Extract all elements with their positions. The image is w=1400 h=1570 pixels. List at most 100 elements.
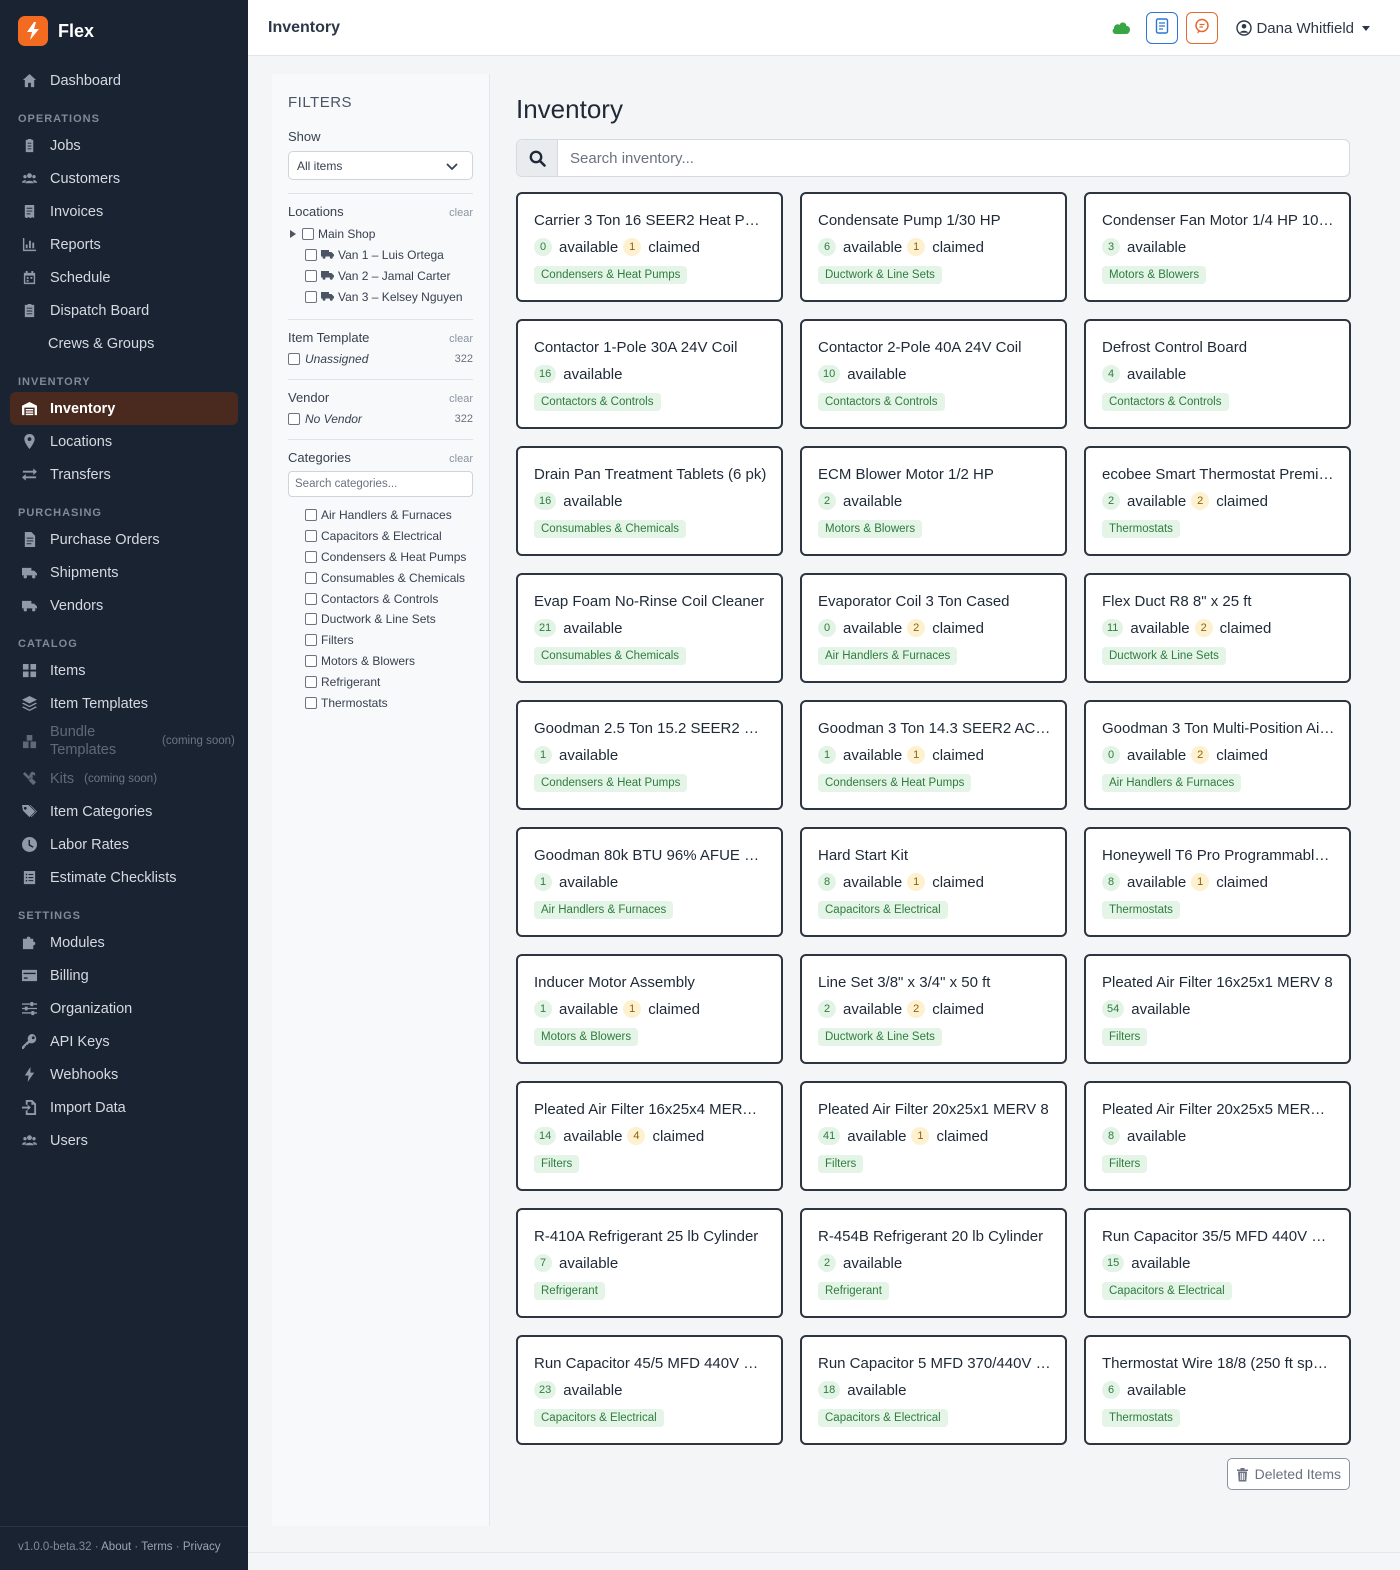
inventory-card[interactable]: Goodman 3 Ton Multi-Position Air Handler…	[1084, 700, 1351, 810]
brand[interactable]: Flex	[0, 0, 248, 62]
category-tag[interactable]: Capacitors & Electrical	[818, 901, 948, 919]
category-tag[interactable]: Capacitors & Electrical	[818, 1409, 948, 1427]
category-tag[interactable]: Thermostats	[1102, 901, 1180, 919]
deleted-items-button[interactable]: Deleted Items	[1226, 1458, 1350, 1490]
location-van-1[interactable]: Van 1 – Luis Ortega	[288, 244, 473, 265]
category-tag[interactable]: Filters	[1102, 1028, 1148, 1046]
sidebar-item-jobs[interactable]: Jobs	[0, 129, 238, 162]
category-tag[interactable]: Condensers & Heat Pumps	[534, 266, 688, 284]
inventory-card[interactable]: Defrost Control Board 4 available Contactor…	[1084, 319, 1351, 429]
privacy-link[interactable]: Privacy	[183, 1541, 221, 1553]
sidebar-item-reports[interactable]: Reports	[0, 228, 238, 261]
category-tag[interactable]: Air Handlers & Furnaces	[818, 647, 958, 665]
inventory-card[interactable]: Pleated Air Filter 16x25x1 MERV 8 54 avail…	[1084, 954, 1351, 1064]
sidebar-item-locations[interactable]: Locations	[0, 425, 238, 458]
inventory-card[interactable]: Line Set 3/8" x 3/4" x 50 ft 2 available 2 c…	[800, 954, 1067, 1064]
inventory-card[interactable]: Carrier 3 Ton 16 SEER2 Heat Pump 0 availab…	[516, 192, 783, 302]
category-tag[interactable]: Capacitors & Electrical	[1102, 1282, 1232, 1300]
inventory-card[interactable]: R-410A Refrigerant 25 lb Cylinder 7 availa…	[516, 1208, 783, 1318]
search-input[interactable]: Search inventory...	[558, 140, 1349, 176]
sidebar-item-items[interactable]: Items	[0, 654, 238, 687]
inventory-card[interactable]: Pleated Air Filter 20x25x1 MERV 8 41 avail…	[800, 1081, 1067, 1191]
sidebar-item-vendors[interactable]: Vendors	[0, 589, 238, 622]
sidebar-item-transfers[interactable]: Transfers	[0, 458, 238, 491]
location-checkbox[interactable]	[305, 248, 317, 261]
inventory-card[interactable]: ecobee Smart Thermostat Premium 2 availabl…	[1084, 446, 1351, 556]
inventory-card[interactable]: Hard Start Kit 8 available 1 claimed Capacito…	[800, 827, 1067, 937]
category-option[interactable]: Thermostats	[305, 692, 473, 713]
category-tag[interactable]: Contactors & Controls	[1102, 393, 1229, 411]
inventory-card[interactable]: Contactor 1-Pole 30A 24V Coil 16 available…	[516, 319, 783, 429]
sidebar-item-dashboard[interactable]: Dashboard	[0, 64, 238, 97]
location-main-shop[interactable]: Main Shop	[288, 223, 473, 244]
category-tag[interactable]: Condensers & Heat Pumps	[534, 774, 688, 792]
categories-clear-link[interactable]: clear	[449, 453, 473, 465]
inventory-card[interactable]: Contactor 2-Pole 40A 24V Coil 10 available…	[800, 319, 1067, 429]
category-tag[interactable]: Filters	[818, 1155, 864, 1173]
unassigned-option[interactable]: Unassigned 322	[288, 348, 473, 370]
category-option[interactable]: Filters	[305, 630, 473, 651]
category-tag[interactable]: Refrigerant	[534, 1282, 605, 1300]
sidebar-item-estimate-checklists[interactable]: Estimate Checklists	[0, 861, 238, 894]
category-tag[interactable]: Consumables & Chemicals	[534, 520, 687, 538]
category-tag[interactable]: Filters	[1102, 1155, 1148, 1173]
inventory-card[interactable]: Run Capacitor 45/5 MFD 440V Round 23 avail…	[516, 1335, 783, 1445]
sidebar-item-invoices[interactable]: Invoices	[0, 195, 238, 228]
category-option[interactable]: Air Handlers & Furnaces	[305, 505, 473, 526]
sidebar-item-users[interactable]: Users	[0, 1124, 238, 1157]
user-menu[interactable]: Dana Whitfield	[1236, 20, 1370, 37]
location-checkbox[interactable]	[302, 227, 314, 240]
location-van-2[interactable]: Van 2 – Jamal Carter	[288, 265, 473, 286]
feedback-button[interactable]	[1186, 12, 1219, 44]
item-template-clear-link[interactable]: clear	[449, 333, 473, 345]
inventory-card[interactable]: Evap Foam No-Rinse Coil Cleaner 21 availab…	[516, 573, 783, 683]
sidebar-item-modules[interactable]: Modules	[0, 926, 238, 959]
categories-search-input[interactable]: Search categories...	[288, 471, 473, 497]
category-tag[interactable]: Contactors & Controls	[534, 393, 661, 411]
sidebar-item-labor-rates[interactable]: Labor Rates	[0, 828, 238, 861]
inventory-card[interactable]: Condenser Fan Motor 1/4 HP 1075 RPM 3 avai…	[1084, 192, 1351, 302]
category-checkbox[interactable]	[305, 571, 317, 584]
sidebar-item-crews-groups[interactable]: Crews & Groups	[0, 327, 238, 360]
sidebar-item-schedule[interactable]: Schedule	[0, 261, 238, 294]
category-checkbox[interactable]	[305, 675, 317, 688]
inventory-card[interactable]: Evaporator Coil 3 Ton Cased 0 available 2 cl…	[800, 573, 1067, 683]
category-option[interactable]: Capacitors & Electrical	[305, 526, 473, 547]
category-tag[interactable]: Ductwork & Line Sets	[818, 1028, 942, 1046]
category-option[interactable]: Ductwork & Line Sets	[305, 609, 473, 630]
category-checkbox[interactable]	[305, 696, 317, 709]
sidebar-item-inventory[interactable]: Inventory	[10, 392, 238, 425]
category-tag[interactable]: Ductwork & Line Sets	[818, 266, 942, 284]
category-tag[interactable]: Air Handlers & Furnaces	[1102, 774, 1242, 792]
sidebar-item-dispatch-board[interactable]: Dispatch Board	[0, 294, 238, 327]
category-checkbox[interactable]	[305, 509, 317, 522]
inventory-card[interactable]: Goodman 3 Ton 14.3 SEER2 AC Condenser1av…	[800, 700, 1067, 810]
category-tag[interactable]: Filters	[534, 1155, 580, 1173]
inventory-card[interactable]: Condensate Pump 1/30 HP 6 available 1 claime…	[800, 192, 1067, 302]
category-option[interactable]: Condensers & Heat Pumps	[305, 547, 473, 568]
category-tag[interactable]: Motors & Blowers	[818, 520, 923, 538]
inventory-card[interactable]: Inducer Motor Assembly 1 available 1 claimed…	[516, 954, 783, 1064]
category-tag[interactable]: Motors & Blowers	[1102, 266, 1207, 284]
notes-button[interactable]	[1146, 12, 1179, 44]
expand-caret-icon[interactable]	[290, 229, 296, 238]
sidebar-item-organization[interactable]: Organization	[0, 992, 238, 1025]
category-tag[interactable]: Capacitors & Electrical	[534, 1409, 664, 1427]
category-tag[interactable]: Thermostats	[1102, 1409, 1180, 1427]
category-checkbox[interactable]	[305, 654, 317, 667]
cloud-icon[interactable]	[1110, 17, 1132, 39]
inventory-card[interactable]: Pleated Air Filter 16x25x4 MERV 11 14 avai…	[516, 1081, 783, 1191]
inventory-card[interactable]: Run Capacitor 5 MFD 370/440V Oval 18 avail…	[800, 1335, 1067, 1445]
sidebar-item-shipments[interactable]: Shipments	[0, 556, 238, 589]
category-checkbox[interactable]	[305, 550, 317, 563]
location-checkbox[interactable]	[305, 290, 317, 303]
category-option[interactable]: Refrigerant	[305, 671, 473, 692]
inventory-card[interactable]: Goodman 2.5 Ton 15.2 SEER2 Heat Pump 1 ava…	[516, 700, 783, 810]
inventory-card[interactable]: ECM Blower Motor 1/2 HP 2 available Motors …	[800, 446, 1067, 556]
category-tag[interactable]: Ductwork & Line Sets	[1102, 647, 1226, 665]
sidebar-item-api-keys[interactable]: API Keys	[0, 1025, 238, 1058]
category-tag[interactable]: Contactors & Controls	[818, 393, 945, 411]
category-tag[interactable]: Thermostats	[1102, 520, 1180, 538]
location-van-3[interactable]: Van 3 – Kelsey Nguyen	[288, 286, 473, 307]
show-select[interactable]: All items	[288, 151, 473, 180]
